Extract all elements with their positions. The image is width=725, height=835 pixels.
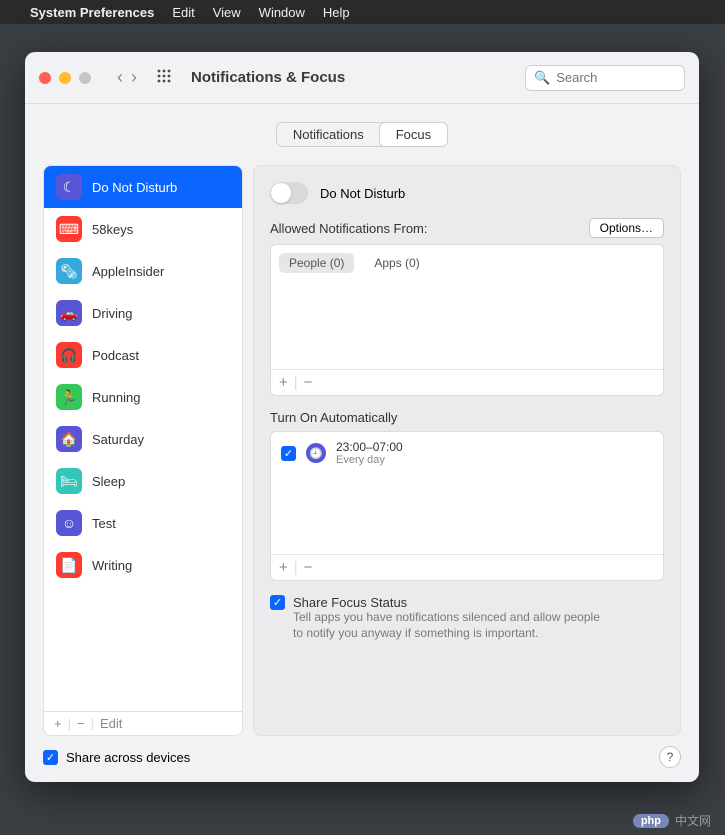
share-devices-label: Share across devices [66, 750, 190, 765]
sidebar-item-label: Driving [92, 306, 132, 321]
preferences-window: ‹ › Notifications & Focus 🔍 Notification… [25, 52, 699, 782]
focus-icon: 🎧 [56, 342, 82, 368]
sidebar-item-test[interactable]: ☺ Test [44, 502, 242, 544]
sidebar-item-label: AppleInsider [92, 264, 164, 279]
sidebar-item-label: Writing [92, 558, 132, 573]
options-button[interactable]: Options… [589, 218, 664, 238]
menu-edit[interactable]: Edit [172, 5, 194, 20]
focus-icon: ☾ [56, 174, 82, 200]
search-icon: 🔍 [534, 70, 550, 86]
focus-icon: 🏠 [56, 426, 82, 452]
sidebar-item-58keys[interactable]: ⌨ 58keys [44, 208, 242, 250]
minimize-button[interactable] [59, 72, 71, 84]
main-panel: Do Not Disturb Allowed Notifications Fro… [253, 165, 681, 736]
sidebar-item-writing[interactable]: 📄 Writing [44, 544, 242, 586]
menubar-app-name[interactable]: System Preferences [30, 5, 154, 20]
menu-help[interactable]: Help [323, 5, 350, 20]
search-input[interactable] [556, 70, 676, 85]
focus-icon: 🗞 [56, 258, 82, 284]
dnd-toggle[interactable] [270, 182, 308, 204]
allowed-list [271, 273, 663, 369]
focus-icon: 🏃 [56, 384, 82, 410]
sidebar-item-saturday[interactable]: 🏠 Saturday [44, 418, 242, 460]
sidebar-item-do-not-disturb[interactable]: ☾ Do Not Disturb [44, 166, 242, 208]
schedule-checkbox[interactable]: ✓ [281, 446, 296, 461]
allowed-tab-people[interactable]: People (0) [279, 253, 354, 273]
titlebar: ‹ › Notifications & Focus 🔍 [25, 52, 699, 104]
edit-focus-button[interactable]: Edit [100, 716, 122, 731]
show-all-icon[interactable] [157, 69, 171, 86]
allowed-add-button[interactable]: + [279, 374, 288, 391]
remove-focus-button[interactable]: − [77, 716, 85, 731]
focus-icon: ⌨ [56, 216, 82, 242]
sidebar-item-podcast[interactable]: 🎧 Podcast [44, 334, 242, 376]
share-focus-desc: Tell apps you have notifications silence… [293, 610, 613, 641]
focus-icon: 📄 [56, 552, 82, 578]
schedule-repeat: Every day [336, 454, 403, 466]
share-focus-checkbox[interactable]: ✓ [270, 595, 285, 610]
share-focus-label: Share Focus Status [293, 595, 613, 610]
sidebar-item-label: Running [92, 390, 140, 405]
schedule-time: 23:00–07:00 [336, 440, 403, 454]
sidebar-footer: + | − | Edit [44, 711, 242, 735]
tabs: Notifications Focus [25, 122, 699, 147]
focus-icon: 🛏 [56, 468, 82, 494]
allowed-tab-apps[interactable]: Apps (0) [364, 253, 429, 273]
sidebar-item-label: Saturday [92, 432, 144, 447]
schedule-remove-button[interactable]: − [304, 559, 313, 576]
sidebar-item-sleep[interactable]: 🛏 Sleep [44, 460, 242, 502]
sidebar-item-label: Sleep [92, 474, 125, 489]
auto-label: Turn On Automatically [270, 410, 664, 425]
close-button[interactable] [39, 72, 51, 84]
menubar: System Preferences Edit View Window Help [0, 0, 725, 24]
menu-view[interactable]: View [213, 5, 241, 20]
sidebar-item-label: Do Not Disturb [92, 180, 177, 195]
forward-button[interactable]: › [131, 67, 137, 88]
sidebar-item-label: 58keys [92, 222, 133, 237]
share-devices-checkbox[interactable]: ✓ [43, 750, 58, 765]
window-controls [39, 72, 91, 84]
sidebar-item-label: Test [92, 516, 116, 531]
window-title: Notifications & Focus [191, 69, 345, 86]
dnd-toggle-label: Do Not Disturb [320, 186, 405, 201]
back-button[interactable]: ‹ [117, 67, 123, 88]
nav-arrows: ‹ › [117, 67, 137, 88]
search-field-wrap[interactable]: 🔍 [525, 65, 685, 91]
tab-notifications[interactable]: Notifications [277, 123, 380, 146]
sidebar-item-driving[interactable]: 🚗 Driving [44, 292, 242, 334]
schedule-add-button[interactable]: + [279, 559, 288, 576]
watermark-badge: php [633, 814, 669, 828]
allowed-label: Allowed Notifications From: [270, 221, 428, 236]
sidebar-item-appleinsider[interactable]: 🗞 AppleInsider [44, 250, 242, 292]
tab-focus[interactable]: Focus [380, 123, 447, 146]
menu-window[interactable]: Window [259, 5, 305, 20]
sidebar-item-running[interactable]: 🏃 Running [44, 376, 242, 418]
add-focus-button[interactable]: + [54, 716, 62, 731]
allowed-remove-button[interactable]: − [304, 374, 313, 391]
focus-sidebar: ☾ Do Not Disturb ⌨ 58keys 🗞 AppleInsider 🚗 Driv… [43, 165, 243, 736]
watermark: php 中文网 [633, 812, 711, 829]
zoom-button[interactable] [79, 72, 91, 84]
watermark-text: 中文网 [675, 812, 711, 829]
window-footer: ✓ Share across devices ? [25, 736, 699, 782]
sidebar-item-label: Podcast [92, 348, 139, 363]
focus-icon: 🚗 [56, 300, 82, 326]
help-button[interactable]: ? [659, 746, 681, 768]
clock-icon: 🕘 [306, 443, 326, 463]
schedule-item[interactable]: ✓ 🕘 23:00–07:00 Every day [271, 432, 663, 474]
focus-icon: ☺ [56, 510, 82, 536]
